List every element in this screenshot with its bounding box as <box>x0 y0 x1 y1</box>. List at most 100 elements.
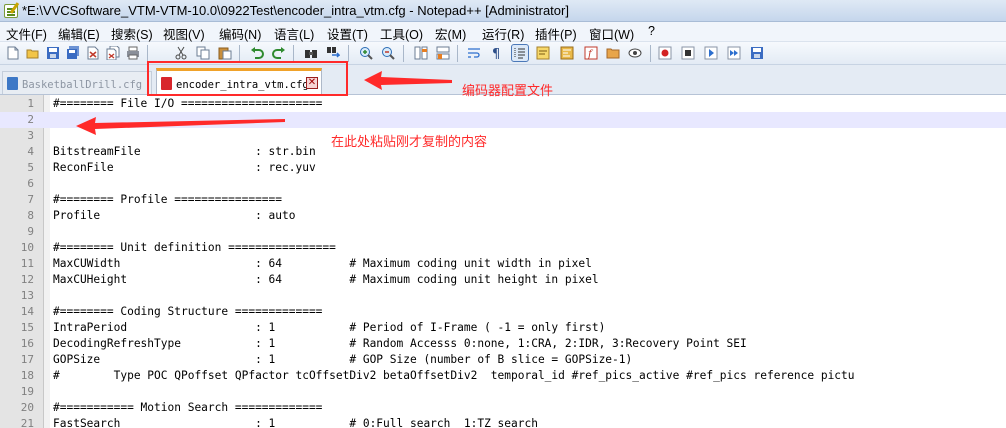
toolbar-separator <box>293 45 294 62</box>
menu-run[interactable]: 运行(R) <box>482 24 524 43</box>
annotation-paste-here-label: 在此处粘贴刚才复制的内容 <box>331 135 488 150</box>
code-line[interactable]: 2 <box>0 112 1006 128</box>
line-number: 9 <box>27 225 34 238</box>
menu-settings[interactable]: 设置(T) <box>327 24 368 43</box>
line-number: 6 <box>27 177 34 190</box>
code-line[interactable]: 20 #=========== Motion Search ===========… <box>0 400 1006 416</box>
zoom-in-icon[interactable] <box>358 45 374 61</box>
save-all-icon[interactable] <box>65 45 81 61</box>
line-number: 21 <box>20 417 34 428</box>
toolbar-separator <box>147 45 148 62</box>
document-map-icon[interactable] <box>559 45 575 61</box>
code-line[interactable]: 14 #======== Coding Structure ===========… <box>0 304 1006 320</box>
find-icon[interactable] <box>303 45 319 61</box>
menu-edit[interactable]: 编辑(E) <box>58 24 100 43</box>
print-icon[interactable] <box>125 45 141 61</box>
copy-icon[interactable] <box>195 45 211 61</box>
menu-view[interactable]: 视图(V) <box>163 24 205 43</box>
new-file-icon[interactable] <box>5 45 21 61</box>
menu-macro[interactable]: 宏(M) <box>435 24 466 43</box>
code-line[interactable]: 16 DecodingRefreshType : 1 # Random Acces… <box>0 336 1006 352</box>
code-text: #======== File I/O ===================== <box>53 97 323 110</box>
sync-vertical-icon[interactable] <box>413 45 429 61</box>
menu-encoding[interactable]: 编码(N) <box>219 24 261 43</box>
line-number: 14 <box>20 305 34 318</box>
menu-tools[interactable]: 工具(O) <box>380 24 423 43</box>
function-list-icon[interactable]: f <box>583 45 599 61</box>
code-line[interactable]: 12 MaxCUHeight : 64 # Maximum coding unit… <box>0 272 1006 288</box>
toolbar-separator <box>650 45 651 62</box>
replace-icon[interactable] <box>325 45 341 61</box>
title-bar: *E:\VVCSoftware_VTM-VTM-10.0\0922Test\en… <box>0 0 1006 22</box>
menu-language[interactable]: 语言(L) <box>274 24 314 43</box>
code-text: #======== Coding Structure ============= <box>53 305 323 318</box>
undo-icon[interactable] <box>249 45 265 61</box>
menu-help[interactable]: ? <box>648 24 655 38</box>
line-number: 16 <box>20 337 34 350</box>
close-icon[interactable] <box>85 45 101 61</box>
stop-recording-icon[interactable] <box>680 45 696 61</box>
paste-icon[interactable] <box>217 45 233 61</box>
folder-workspace-icon[interactable] <box>605 45 621 61</box>
line-number: 15 <box>20 321 34 334</box>
code-line[interactable]: 21 FastSearch : 1 # 0:Full search 1:TZ se… <box>0 416 1006 428</box>
playback-macro-icon[interactable] <box>703 45 719 61</box>
code-text: GOPSize : 1 # GOP Size (number of B slic… <box>53 353 633 366</box>
code-line[interactable]: 4 BitstreamFile : str.bin <box>0 144 1006 160</box>
menu-file[interactable]: 文件(F) <box>6 24 47 43</box>
code-line[interactable]: 18 # Type POC QPoffset QPfactor tcOffsetD… <box>0 368 1006 384</box>
save-icon[interactable] <box>45 45 61 61</box>
indent-guide-icon[interactable] <box>511 44 529 62</box>
menu-bar: 文件(F) 编辑(E) 搜索(S) 视图(V) 编码(N) 语言(L) 设置(T… <box>0 22 1006 42</box>
line-number: 5 <box>27 161 34 174</box>
code-text: FastSearch : 1 # 0:Full search 1:TZ sear… <box>53 417 538 428</box>
sync-horizontal-icon[interactable] <box>435 45 451 61</box>
code-text: #======== Profile ================ <box>53 193 283 206</box>
code-line[interactable]: 8 Profile : auto <box>0 208 1006 224</box>
code-text: MaxCUWidth : 64 # Maximum coding unit wi… <box>53 257 592 270</box>
menu-plugins[interactable]: 插件(P) <box>535 24 577 43</box>
code-text: DecodingRefreshType : 1 # Random Accesss… <box>53 337 747 350</box>
menu-search[interactable]: 搜索(S) <box>111 24 153 43</box>
line-number: 10 <box>20 241 34 254</box>
line-number: 4 <box>27 145 34 158</box>
show-all-characters-icon[interactable]: ¶ <box>488 45 504 61</box>
code-line[interactable]: 3 <box>0 128 1006 144</box>
menu-window[interactable]: 窗口(W) <box>589 24 634 43</box>
code-text: #=========== Motion Search ============= <box>53 401 323 414</box>
open-file-icon[interactable] <box>25 45 41 61</box>
tab-basketballdrill-cfg[interactable]: BasketballDrill.cfg <box>2 71 152 94</box>
monitoring-icon[interactable] <box>627 45 643 61</box>
line-number: 17 <box>20 353 34 366</box>
user-language-icon[interactable] <box>535 45 551 61</box>
line-number: 13 <box>20 289 34 302</box>
notepad-plus-plus-icon <box>4 4 18 18</box>
code-text: BitstreamFile : str.bin <box>53 145 316 158</box>
line-number: 11 <box>20 257 34 270</box>
code-line[interactable]: 17 GOPSize : 1 # GOP Size (number of B sl… <box>0 352 1006 368</box>
close-all-icon[interactable] <box>105 45 121 61</box>
code-line[interactable]: 11 MaxCUWidth : 64 # Maximum coding unit … <box>0 256 1006 272</box>
code-line[interactable]: 19 <box>0 384 1006 400</box>
code-line[interactable]: 5 ReconFile : rec.yuv <box>0 160 1006 176</box>
annotation-config-file-label: 编码器配置文件 <box>462 84 554 99</box>
code-line[interactable]: 10 #======== Unit definition ============… <box>0 240 1006 256</box>
redo-icon[interactable] <box>271 45 287 61</box>
code-line[interactable]: 7 #======== Profile ================ <box>0 192 1006 208</box>
editor[interactable]: 1 #======== File I/O ====================… <box>0 95 1006 428</box>
saved-file-icon <box>7 77 18 90</box>
save-macro-icon[interactable] <box>749 45 765 61</box>
code-line[interactable]: 9 <box>0 224 1006 240</box>
toolbar-separator <box>403 45 404 62</box>
run-macro-multiple-icon[interactable] <box>726 45 742 61</box>
tab-label: BasketballDrill.cfg <box>22 79 143 91</box>
record-macro-icon[interactable] <box>657 45 673 61</box>
code-line[interactable]: 13 <box>0 288 1006 304</box>
line-number: 1 <box>27 97 34 110</box>
code-text: # Type POC QPoffset QPfactor tcOffsetDiv… <box>53 369 855 382</box>
code-line[interactable]: 6 <box>0 176 1006 192</box>
zoom-out-icon[interactable] <box>380 45 396 61</box>
cut-icon[interactable] <box>173 45 189 61</box>
word-wrap-icon[interactable] <box>466 45 482 61</box>
code-line[interactable]: 15 IntraPeriod : 1 # Period of I-Frame ( … <box>0 320 1006 336</box>
